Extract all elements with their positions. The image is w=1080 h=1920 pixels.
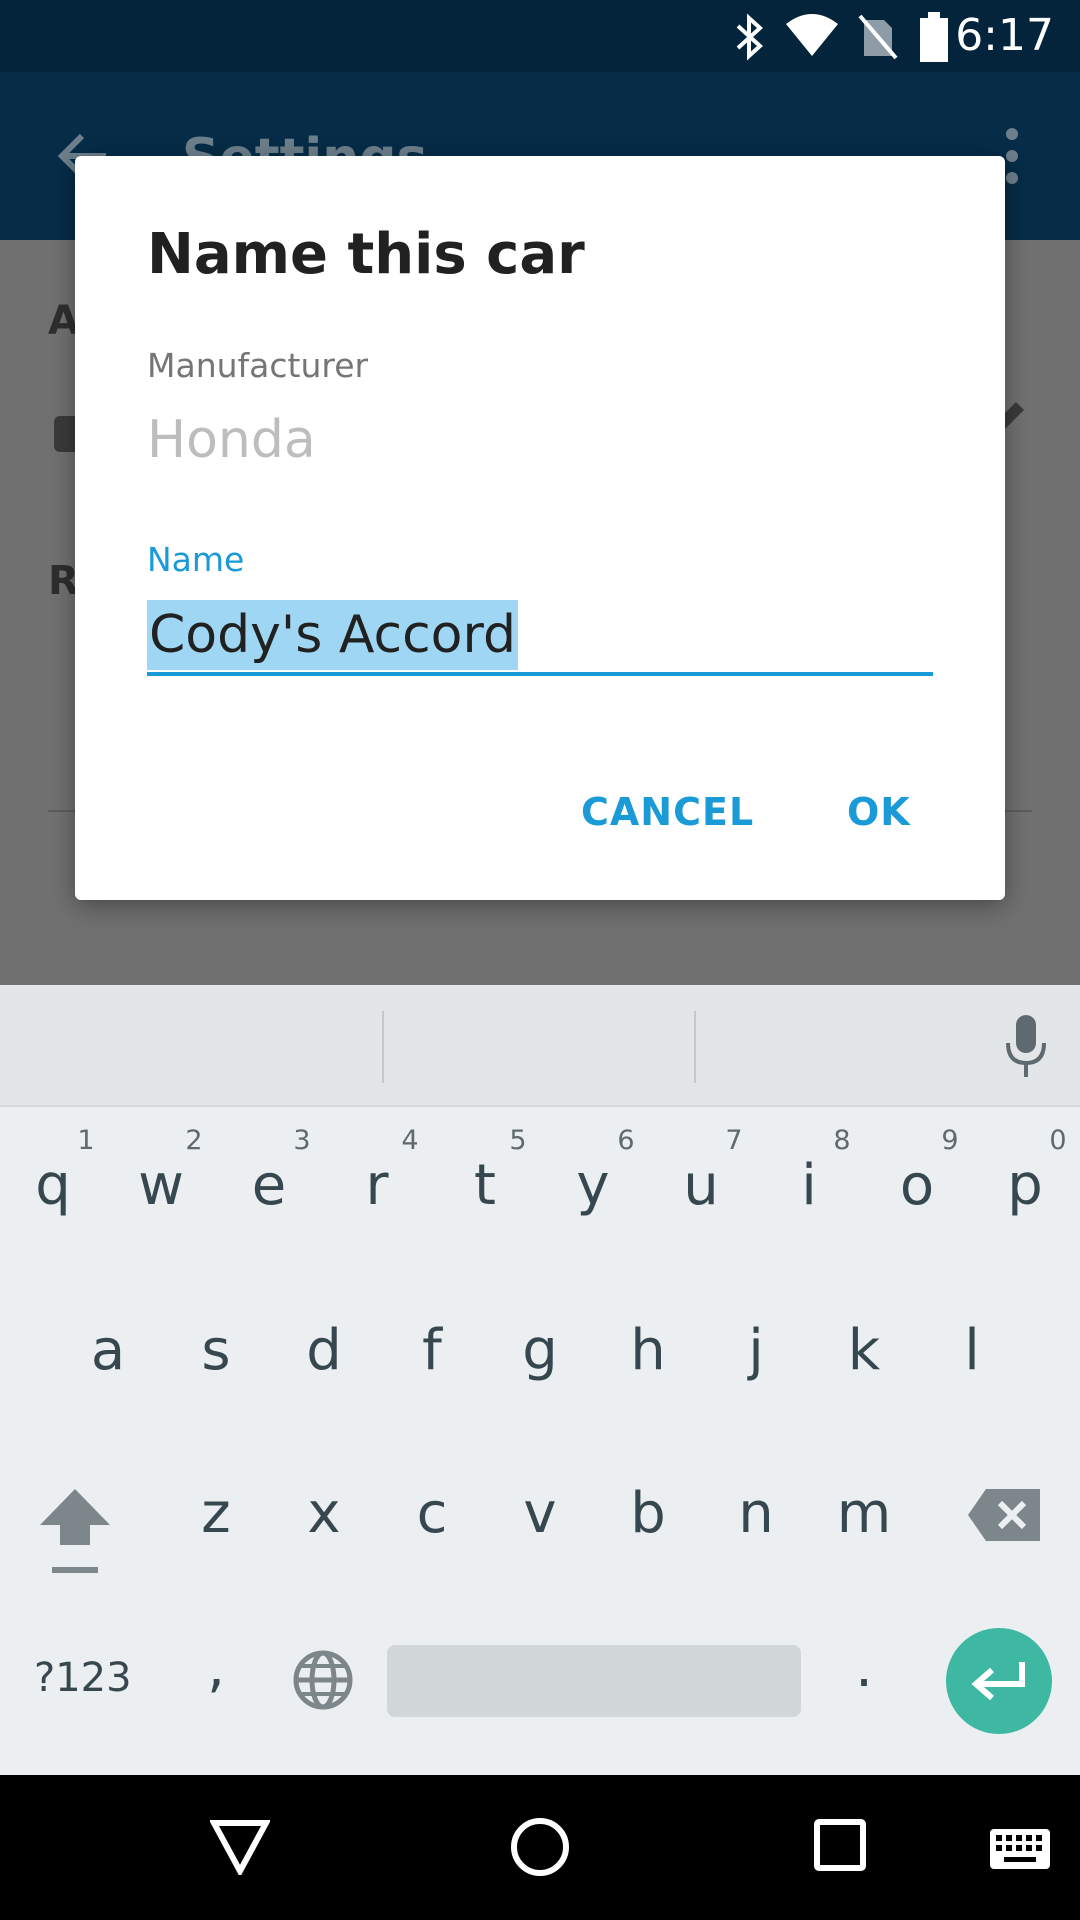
cancel-button[interactable]: CANCEL — [581, 790, 754, 834]
key-w[interactable]: w — [121, 1153, 201, 1218]
key-hint: 5 — [509, 1125, 527, 1156]
key-k[interactable]: k — [824, 1318, 904, 1383]
key-q[interactable]: q — [13, 1153, 93, 1218]
period-key[interactable]: . — [824, 1635, 904, 1700]
key-f[interactable]: f — [392, 1318, 472, 1383]
key-r[interactable]: r — [337, 1153, 417, 1218]
name-label: Name — [147, 540, 245, 579]
backspace-icon[interactable] — [966, 1487, 1042, 1543]
microphone-icon[interactable] — [1004, 1015, 1048, 1079]
name-car-dialog: Name this car Manufacturer Honda Name Co… — [75, 156, 1005, 900]
key-i[interactable]: i — [769, 1153, 849, 1218]
suggestion-strip — [0, 985, 1080, 1107]
comma-key[interactable]: , — [176, 1635, 256, 1700]
key-hint: 3 — [293, 1125, 311, 1156]
key-m[interactable]: m — [824, 1481, 904, 1546]
navigation-bar — [0, 1775, 1080, 1920]
key-t[interactable]: t — [445, 1153, 525, 1218]
key-hint: 7 — [725, 1125, 743, 1156]
symbols-key[interactable]: ?123 — [34, 1655, 132, 1701]
enter-key[interactable] — [946, 1628, 1052, 1734]
key-l[interactable]: l — [932, 1318, 1012, 1383]
battery-icon — [920, 12, 948, 62]
bluetooth-icon — [736, 13, 763, 61]
name-input-value: Cody's Accord — [147, 600, 518, 670]
key-n[interactable]: n — [716, 1481, 796, 1546]
status-bar: 6:17 — [0, 0, 1080, 72]
name-input[interactable]: Cody's Accord — [147, 596, 933, 676]
no-sim-icon — [858, 14, 898, 60]
key-hint: 1 — [77, 1125, 95, 1156]
suggestion-divider — [382, 1011, 384, 1083]
back-nav-icon[interactable] — [210, 1819, 270, 1875]
key-hint: 4 — [401, 1125, 419, 1156]
key-y[interactable]: y — [553, 1153, 633, 1218]
key-p[interactable]: p — [985, 1153, 1065, 1218]
key-c[interactable]: c — [392, 1481, 472, 1546]
manufacturer-field: Honda — [147, 410, 316, 470]
wifi-icon — [786, 14, 838, 56]
key-e[interactable]: e — [229, 1153, 309, 1218]
key-j[interactable]: j — [716, 1318, 796, 1383]
keyboard-switch-icon[interactable] — [988, 1827, 1052, 1871]
key-s[interactable]: s — [176, 1318, 256, 1383]
dialog-title: Name this car — [147, 222, 585, 287]
keyboard: ?123 , . q1w2e3r4t5y6u7i8o9p0 asdfghjkl zx… — [0, 985, 1080, 1775]
shift-icon[interactable] — [38, 1487, 112, 1577]
key-hint: 6 — [617, 1125, 635, 1156]
ok-button[interactable]: OK — [847, 790, 911, 834]
key-v[interactable]: v — [500, 1481, 580, 1546]
home-nav-icon[interactable] — [510, 1817, 570, 1877]
globe-icon[interactable] — [292, 1649, 354, 1711]
key-z[interactable]: z — [176, 1481, 256, 1546]
key-d[interactable]: d — [284, 1318, 364, 1383]
key-hint: 8 — [833, 1125, 851, 1156]
status-time: 6:17 — [955, 10, 1054, 61]
key-hint: 9 — [941, 1125, 959, 1156]
key-hint: 2 — [185, 1125, 203, 1156]
key-h[interactable]: h — [608, 1318, 688, 1383]
enter-arrow-icon — [971, 1662, 1025, 1701]
key-b[interactable]: b — [608, 1481, 688, 1546]
key-u[interactable]: u — [661, 1153, 741, 1218]
space-bar[interactable] — [387, 1645, 801, 1717]
key-a[interactable]: a — [68, 1318, 148, 1383]
suggestion-divider — [694, 1011, 696, 1083]
recents-nav-icon[interactable] — [814, 1819, 866, 1871]
key-hint: 0 — [1049, 1125, 1067, 1156]
key-o[interactable]: o — [877, 1153, 957, 1218]
manufacturer-label: Manufacturer — [147, 346, 369, 385]
key-g[interactable]: g — [500, 1318, 580, 1383]
key-x[interactable]: x — [284, 1481, 364, 1546]
